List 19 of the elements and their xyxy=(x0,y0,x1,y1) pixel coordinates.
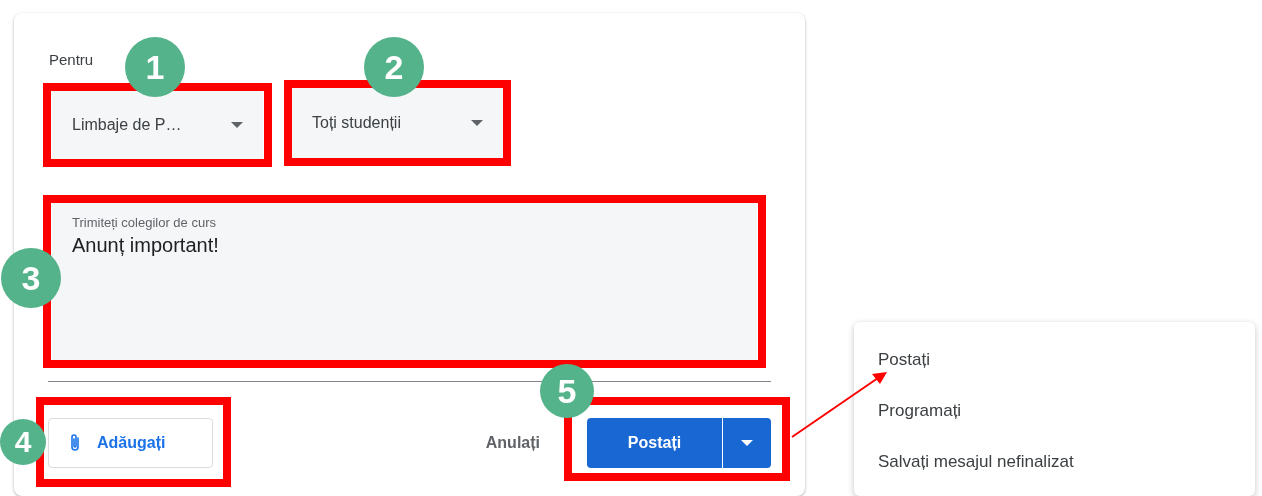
message-text: Anunț important! xyxy=(72,234,220,257)
post-options-button[interactable] xyxy=(722,418,771,468)
paperclip-icon xyxy=(69,433,81,453)
step-number: 3 xyxy=(1,248,61,308)
menu-item[interactable]: Programați xyxy=(854,399,1255,450)
audience-dropdown[interactable]: Toți studenții xyxy=(292,88,503,158)
cancel-button[interactable]: Anulați xyxy=(485,434,540,452)
message-field[interactable]: Trimiteți colegilor de curs Anunț important! xyxy=(52,203,757,360)
menu-item[interactable]: Postați xyxy=(854,348,1255,399)
for-label: Pentru xyxy=(49,51,94,70)
menu-item[interactable]: Salvați mesajul nefinalizat xyxy=(854,450,1255,496)
caret-icon xyxy=(471,120,483,126)
caret-icon xyxy=(741,440,753,446)
class-dropdown[interactable]: Limbaje de P… xyxy=(52,90,263,160)
field-label: Trimiteți colegilor de curs xyxy=(72,215,217,230)
step-number: 4 xyxy=(0,419,46,465)
caret-icon xyxy=(231,122,243,128)
add-attachment-button[interactable]: Adăugați xyxy=(48,418,213,468)
post-button[interactable]: Postați xyxy=(587,418,722,468)
